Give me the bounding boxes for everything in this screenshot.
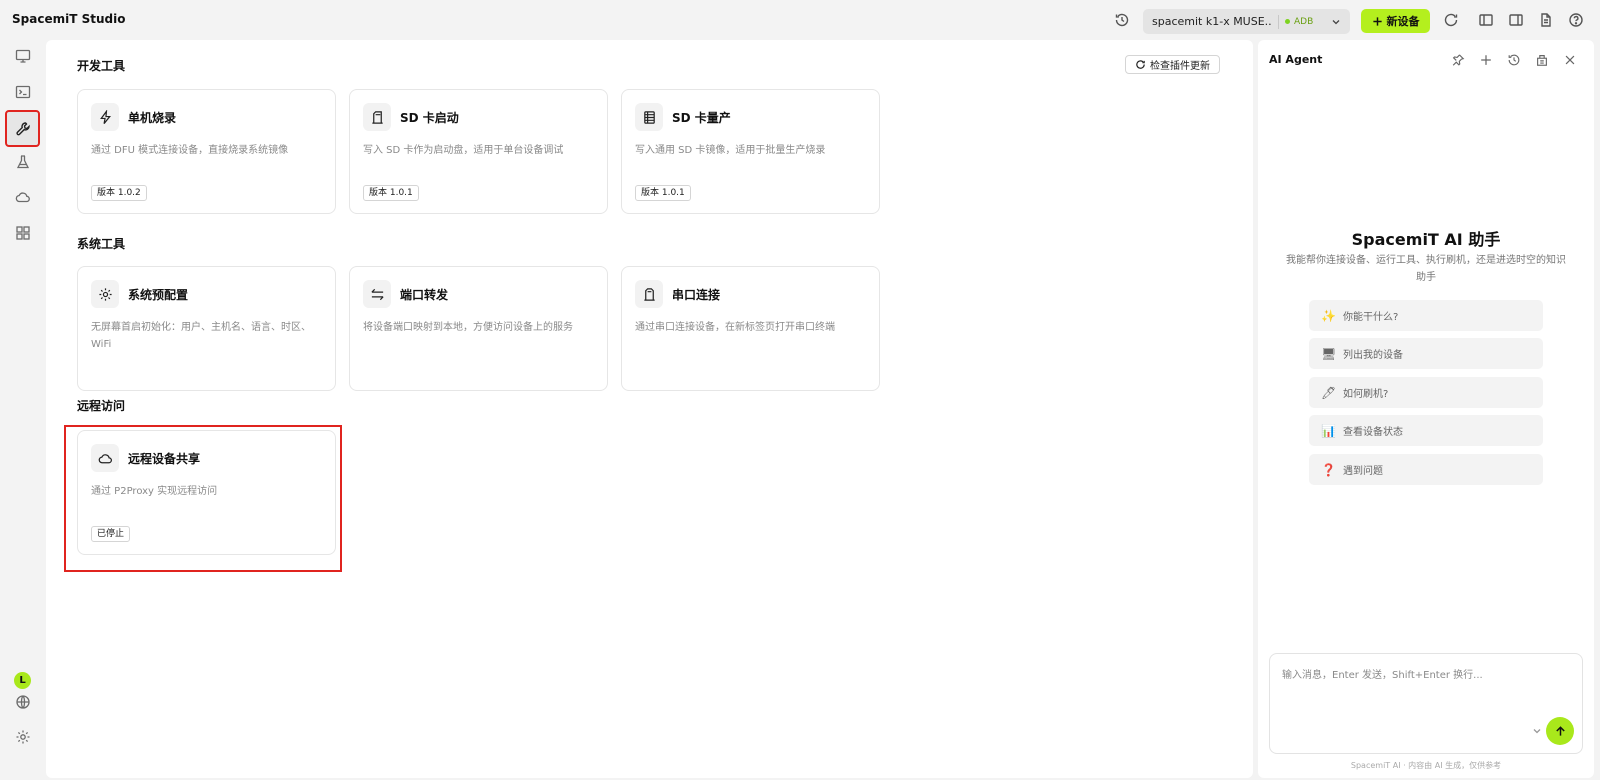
toggle-right-panel-icon[interactable] bbox=[1505, 9, 1527, 31]
device-separator bbox=[1278, 14, 1279, 29]
card-title: 单机烧录 bbox=[128, 111, 177, 125]
section-title-remote-access: 远程访问 bbox=[77, 399, 126, 413]
history-icon[interactable] bbox=[1111, 9, 1133, 31]
cloud-icon[interactable] bbox=[8, 182, 38, 212]
card-desc: 写入通用 SD 卡镜像，适用于批量生产烧录 bbox=[635, 145, 826, 156]
version-badge: 版本 1.0.1 bbox=[635, 185, 691, 201]
agent-subtitle: 我能帮你连接设备、运行工具、执行刷机，还是进选时空的知识助手 bbox=[1286, 255, 1566, 283]
history-icon[interactable] bbox=[1504, 50, 1524, 70]
left-rail: L bbox=[0, 40, 46, 780]
tool-card-sd-mass[interactable]: SD 卡量产 写入通用 SD 卡镜像，适用于批量生产烧录 版本 1.0.1 bbox=[621, 89, 880, 214]
help-icon[interactable] bbox=[1565, 9, 1587, 31]
clear-icon[interactable] bbox=[1532, 50, 1552, 70]
version-badge: 版本 1.0.1 bbox=[363, 185, 419, 201]
refresh-icon bbox=[1136, 60, 1145, 69]
grid-icon[interactable] bbox=[8, 218, 38, 248]
tool-card-sd-boot[interactable]: SD 卡启动 写入 SD 卡作为启动盘，适用于单台设备调试 版本 1.0.1 bbox=[349, 89, 608, 214]
sparkle-icon: ✨ bbox=[1321, 308, 1336, 323]
agent-heading: SpacemiT AI 助手 bbox=[1351, 230, 1501, 249]
new-device-button[interactable]: 新设备 bbox=[1361, 9, 1430, 33]
suggestion-what-can-you-do[interactable]: ✨ 你能干什么? bbox=[1309, 300, 1543, 331]
card-title: SD 卡量产 bbox=[672, 111, 731, 125]
suggestion-problem[interactable]: ❓ 遇到问题 bbox=[1309, 454, 1543, 485]
serial-port-icon bbox=[635, 280, 663, 308]
suggestion-list-devices[interactable]: 🖥 列出我的设备 bbox=[1309, 338, 1543, 369]
suggestion-label: 查看设备状态 bbox=[1343, 427, 1403, 438]
chevron-down-icon[interactable] bbox=[1531, 725, 1543, 737]
close-icon[interactable] bbox=[1560, 50, 1580, 70]
suggestion-device-status[interactable]: 📊 查看设备状态 bbox=[1309, 415, 1543, 446]
device-badge: ADB bbox=[1294, 16, 1314, 27]
suggestion-label: 你能干什么? bbox=[1343, 312, 1399, 323]
section-title-dev-tools: 开发工具 bbox=[77, 59, 126, 73]
chart-icon: 📊 bbox=[1321, 423, 1336, 438]
suggestion-how-to-flash[interactable]: 🖊 如何刷机? bbox=[1309, 377, 1543, 408]
app-title: SpacemiT Studio bbox=[12, 12, 126, 26]
sd-card-icon bbox=[363, 103, 391, 131]
document-icon[interactable] bbox=[1535, 9, 1557, 31]
card-title: SD 卡启动 bbox=[400, 111, 459, 125]
device-select[interactable]: spacemit k1-x MUSE... ADB bbox=[1143, 9, 1350, 34]
tool-card-flash[interactable]: 单机烧录 通过 DFU 模式连接设备，直接烧录系统镜像 版本 1.0.2 bbox=[77, 89, 336, 214]
toggle-left-panel-icon[interactable] bbox=[1475, 9, 1497, 31]
card-title: 串口连接 bbox=[672, 288, 721, 302]
card-desc: 无屏幕首启初始化：用户、主机名、语言、时区、WiFi bbox=[91, 322, 311, 350]
agent-footer: SpacemiT AI · 内容由 AI 生成，仅供参考 bbox=[1350, 761, 1502, 770]
terminal-icon[interactable] bbox=[8, 77, 38, 107]
tool-card-preconfig[interactable]: 系统预配置 无屏幕首启初始化：用户、主机名、语言、时区、WiFi bbox=[77, 266, 336, 391]
gear-icon bbox=[91, 280, 119, 308]
monitor-icon[interactable] bbox=[8, 41, 38, 71]
pen-icon: 🖊 bbox=[1321, 385, 1337, 400]
section-title-system-tools: 系统工具 bbox=[77, 237, 126, 251]
card-title: 端口转发 bbox=[400, 288, 449, 302]
card-desc: 将设备端口映射到本地，方便访问设备上的服务 bbox=[363, 322, 573, 333]
card-desc: 通过串口连接设备，在新标签页打开串口终端 bbox=[635, 322, 835, 333]
gear-icon[interactable] bbox=[8, 722, 38, 752]
swap-arrows-icon bbox=[363, 280, 391, 308]
chat-input-placeholder: 输入消息，Enter 发送，Shift+Enter 换行... bbox=[1282, 670, 1483, 681]
device-name: spacemit k1-x MUSE... bbox=[1152, 15, 1272, 28]
check-updates-button[interactable]: 检查插件更新 bbox=[1125, 55, 1220, 74]
new-device-label: 新设备 bbox=[1386, 15, 1420, 28]
chevron-down-icon bbox=[1332, 19, 1340, 24]
tool-card-port-forward[interactable]: 端口转发 将设备端口映射到本地，方便访问设备上的服务 bbox=[349, 266, 608, 391]
check-updates-label: 检查插件更新 bbox=[1150, 61, 1210, 72]
plus-icon[interactable] bbox=[1476, 50, 1496, 70]
wrench-icon[interactable] bbox=[5, 110, 40, 147]
monitor-icon: 🖥 bbox=[1321, 346, 1337, 361]
ai-agent-panel: AI Agent SpacemiT AI 助手 我能帮你连接设备、运行工具、执行… bbox=[1258, 40, 1594, 778]
suggestion-label: 列出我的设备 bbox=[1343, 350, 1403, 361]
globe-icon[interactable] bbox=[8, 687, 38, 717]
arrow-up-icon bbox=[1555, 725, 1565, 736]
version-badge: 版本 1.0.2 bbox=[91, 185, 147, 201]
flask-icon[interactable] bbox=[8, 147, 38, 177]
suggestion-label: 如何刷机? bbox=[1343, 389, 1389, 400]
sd-stack-icon bbox=[635, 103, 663, 131]
tool-card-serial[interactable]: 串口连接 通过串口连接设备，在新标签页打开串口终端 bbox=[621, 266, 880, 391]
suggestion-label: 遇到问题 bbox=[1343, 466, 1383, 477]
pin-icon[interactable] bbox=[1448, 50, 1468, 70]
card-desc: 通过 DFU 模式连接设备，直接烧录系统镜像 bbox=[91, 145, 289, 156]
refresh-icon[interactable] bbox=[1440, 9, 1462, 31]
title-bar: SpacemiT Studio spacemit k1-x MUSE... AD… bbox=[0, 0, 1600, 40]
chat-input-box[interactable]: 输入消息，Enter 发送，Shift+Enter 换行... bbox=[1269, 653, 1583, 754]
card-desc: 写入 SD 卡作为启动盘，适用于单台设备调试 bbox=[363, 145, 564, 156]
plus-icon bbox=[1372, 16, 1382, 26]
card-title: 系统预配置 bbox=[128, 288, 189, 302]
lightning-icon bbox=[91, 103, 119, 131]
main-panel: 检查插件更新 开发工具 单机烧录 通过 DFU 模式连接设备，直接烧录系统镜像 … bbox=[46, 40, 1253, 778]
question-icon: ❓ bbox=[1321, 462, 1336, 477]
agent-title: AI Agent bbox=[1269, 53, 1323, 66]
highlight-box bbox=[64, 425, 342, 572]
send-button[interactable] bbox=[1546, 717, 1574, 745]
status-dot bbox=[1285, 19, 1290, 24]
